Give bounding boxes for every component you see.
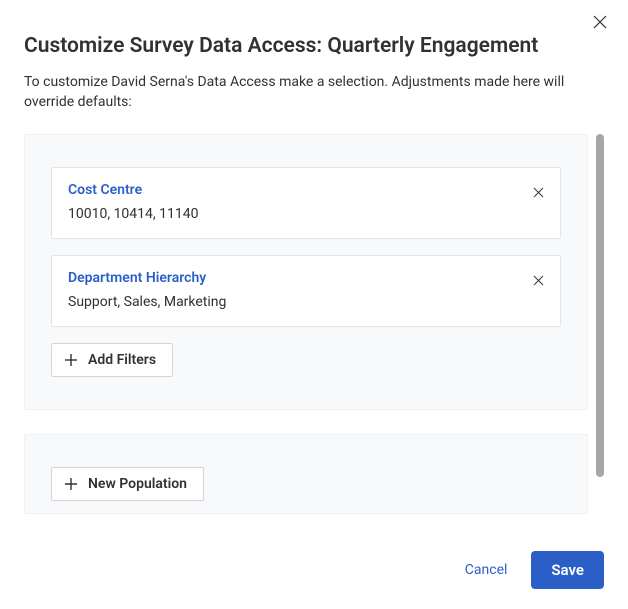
add-filters-label: Add Filters — [88, 352, 156, 368]
filter-values: 10010, 10414, 11140 — [68, 206, 544, 222]
dialog-title: Customize Survey Data Access: Quarterly … — [24, 34, 604, 58]
customize-access-dialog: Customize Survey Data Access: Quarterly … — [0, 0, 628, 609]
save-button[interactable]: Save — [531, 551, 604, 589]
close-button[interactable] — [588, 10, 612, 34]
cancel-button[interactable]: Cancel — [459, 558, 514, 582]
plus-icon — [64, 353, 78, 367]
close-icon — [533, 187, 544, 198]
filter-label: Department Hierarchy — [68, 270, 544, 286]
population-panel: New Population — [24, 434, 588, 514]
new-population-label: New Population — [88, 476, 187, 492]
remove-filter-button[interactable] — [528, 182, 548, 202]
plus-icon — [64, 477, 78, 491]
add-filters-button[interactable]: Add Filters — [51, 343, 173, 377]
scrollbar-thumb[interactable] — [596, 134, 604, 477]
filter-card-department-hierarchy[interactable]: Department Hierarchy Support, Sales, Mar… — [51, 255, 561, 327]
filter-card-cost-centre[interactable]: Cost Centre 10010, 10414, 11140 — [51, 167, 561, 239]
filter-values: Support, Sales, Marketing — [68, 294, 544, 310]
content-scroll-area: Cost Centre 10010, 10414, 11140 Departme… — [24, 134, 604, 534]
filter-label: Cost Centre — [68, 182, 544, 198]
close-icon — [593, 15, 607, 29]
dialog-subtitle: To customize David Serna's Data Access m… — [24, 72, 604, 112]
remove-filter-button[interactable] — [528, 270, 548, 290]
dialog-footer: Cancel Save — [459, 551, 604, 589]
filters-panel: Cost Centre 10010, 10414, 11140 Departme… — [24, 134, 588, 410]
close-icon — [533, 275, 544, 286]
new-population-button[interactable]: New Population — [51, 467, 204, 501]
